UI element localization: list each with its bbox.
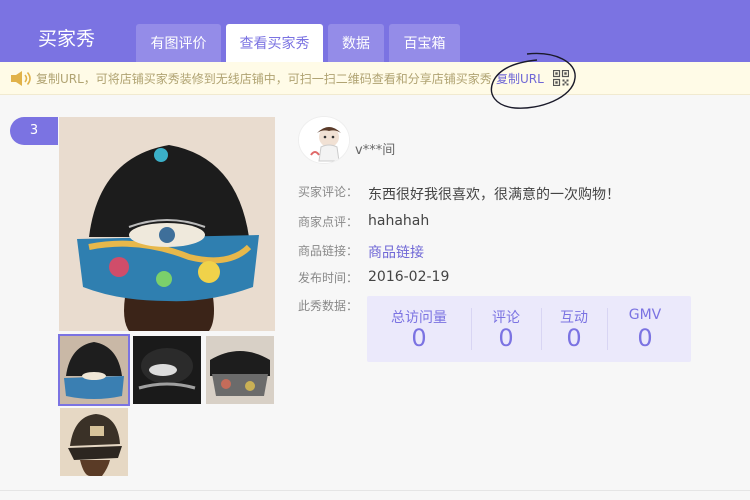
thumbnail-3[interactable] (206, 336, 274, 404)
stat-gmv-value: 0 (637, 324, 653, 352)
merchant-comment-label: 商家点评： (298, 215, 359, 229)
thumbnail-2[interactable] (133, 336, 201, 404)
cap-photo-image (59, 117, 275, 331)
speaker-icon (11, 71, 31, 86)
thumbnail-4-image (60, 408, 128, 476)
publish-time-value: 2016-02-19 (368, 269, 450, 285)
username: v***间 (355, 143, 396, 158)
stat-gmv-label: GMV (628, 307, 662, 323)
show-data-label: 此秀数据： (298, 299, 359, 313)
section-divider (0, 490, 750, 491)
stat-visits-value: 0 (411, 324, 427, 352)
buyer-review-value: 东西很好我很喜欢，很满意的一次购物！ (368, 187, 620, 203)
brand-title: 买家秀 (38, 28, 96, 50)
tab-data[interactable]: 数据 (328, 24, 384, 62)
product-link[interactable]: 商品链接 (368, 242, 424, 262)
post-index-badge: 3 (10, 117, 58, 145)
stat-interactions-value: 0 (566, 324, 582, 352)
stat-gmv: GMV 0 (607, 296, 683, 362)
stat-visits: 总访问量 0 (367, 296, 471, 362)
tab-view-buyer-show[interactable]: 查看买家秀 (226, 24, 323, 62)
main-photo[interactable] (59, 117, 275, 331)
stat-interactions: 互动 0 (541, 296, 607, 362)
thumbnail-1[interactable] (58, 334, 130, 406)
thumbnail-4[interactable] (60, 408, 128, 476)
qr-code-icon[interactable] (553, 70, 569, 86)
show-stats-panel: 总访问量 0 评论 0 互动 0 GMV 0 (367, 296, 691, 362)
buyer-review-label: 买家评论： (298, 185, 359, 199)
stat-comments: 评论 0 (471, 296, 541, 362)
merchant-comment-value: hahahah (368, 213, 430, 229)
thumbnail-1-image (60, 336, 128, 404)
thumbnail-3-image (206, 336, 274, 404)
publish-time-label: 发布时间： (298, 271, 359, 285)
tab-toolbox[interactable]: 百宝箱 (389, 24, 460, 62)
notice-text: 复制URL，可将店铺买家秀装修到无线店铺中，可扫一扫二维码查看和分享店铺买家秀 (36, 72, 492, 86)
tab-image-reviews[interactable]: 有图评价 (136, 24, 221, 62)
thumbnail-2-image (133, 336, 201, 404)
notice-bar: 复制URL，可将店铺买家秀装修到无线店铺中，可扫一扫二维码查看和分享店铺买家秀 … (0, 62, 750, 95)
stat-comments-value: 0 (498, 324, 514, 352)
copy-url-link[interactable]: 复制URL (496, 70, 544, 87)
avatar (298, 116, 350, 164)
product-link-label: 商品链接： (298, 244, 359, 258)
